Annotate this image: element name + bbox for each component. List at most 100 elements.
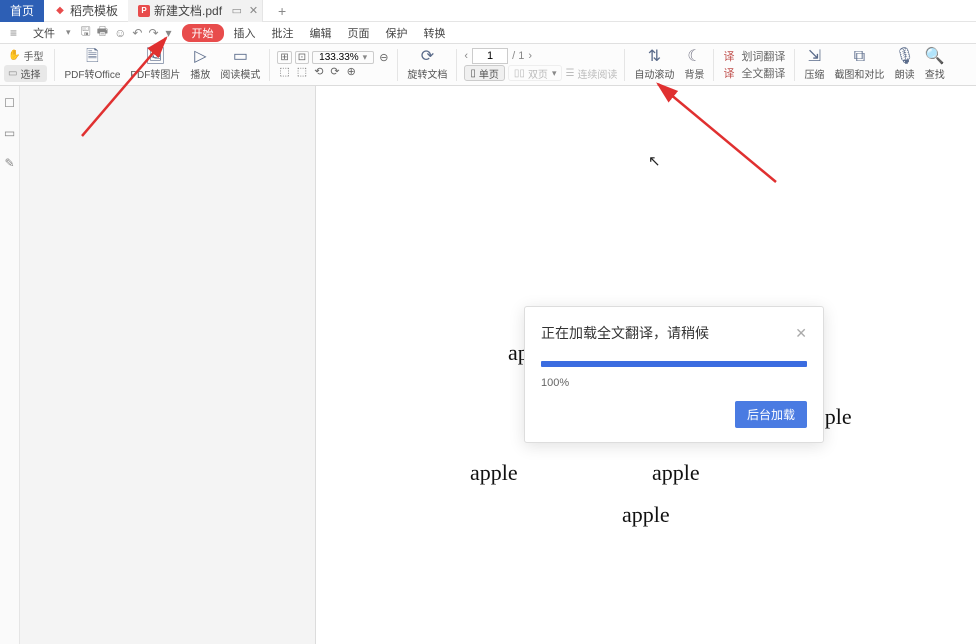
tab-close-icon[interactable]: ✕ [249,4,258,17]
icon-2[interactable]: ⬚ [295,65,309,78]
zoom-out-icon[interactable]: ⊖ [377,51,390,64]
full-translate-icon: 译 [721,65,736,81]
dialog-close[interactable]: ✕ [795,325,807,342]
ribbon-zoom-stack: ⊞ ⊡ 133.33% ▾ ⊖ ⬚ ⬚ ⟲ ⟳ ⊕ [275,51,392,78]
rotate-icon: ⟳ [421,49,434,65]
thumbnail-icon[interactable]: ▭ [4,126,15,140]
ribbon-play-label: 播放 [190,66,210,81]
hand-icon: ✋ [8,50,20,61]
view-double[interactable]: ▯▯双页▾ [508,65,563,81]
ribbon-pdf-office[interactable]: 🗎 PDF转Office [60,49,124,81]
thumbnail-panel [20,86,316,644]
ribbon-background[interactable]: ☾ 背景 [680,49,708,81]
ribbon-read-mode[interactable]: ▭ 阅读模式 [216,49,264,81]
ribbon-auto-scroll[interactable]: ⇅ 自动滚动 [630,49,678,81]
ribbon-rotate[interactable]: ⟳ 旋转文档 [403,49,451,81]
bookmark-icon[interactable]: ☐ [4,96,15,110]
pdf-icon: P [138,5,150,17]
tab-home[interactable]: 首页 [0,0,44,22]
undo-icon[interactable]: ↶ [132,26,142,40]
doc-text: apple [470,460,518,486]
tab-add[interactable]: + [271,3,293,19]
save-icon[interactable]: 🖫 [81,22,91,43]
redo-icon[interactable]: ↷ [148,26,158,40]
chevron-down-icon: ▾ [363,52,368,63]
print-icon[interactable]: 🖶 [97,22,108,43]
word-translate-icon: 译 [721,48,736,64]
fit-width-icon[interactable]: ⊞ [277,51,291,64]
progress-percent: 100% [541,377,807,389]
read-aloud-icon: 🎙 [894,49,914,65]
ribbon-word-translate-label[interactable]: 划词翻译 [739,48,787,64]
ribbon-compress-label: 压缩 [804,66,824,81]
chevron-down-icon[interactable]: ▾ [166,26,172,40]
continuous-icon: ☰ [565,68,574,79]
play-icon: ▷ [194,49,206,65]
single-icon: ▯ [470,68,476,79]
icon-3[interactable]: ⟲ [312,65,325,78]
ribbon-find-label: 查找 [925,66,945,81]
cursor-pointer: ↖ [648,152,661,170]
mode-hand[interactable]: ✋手型 [4,47,47,64]
zoom-in-icon[interactable]: ⊕ [345,65,358,78]
ribbon-screenshot-compare[interactable]: ⧉ 截图和对比 [830,49,888,81]
view-single[interactable]: ▯单页 [464,65,505,81]
ribbon-pdf-office-label: PDF转Office [64,66,120,81]
menu-convert[interactable]: 转换 [418,24,452,42]
preview-icon[interactable]: ☺ [114,26,126,40]
mode-hand-label: 手型 [23,48,43,63]
menu-protect[interactable]: 保护 [380,24,414,42]
ribbon-page-nav: ‹ / 1 › ▯单页 ▯▯双页▾ ☰连续阅读 [462,48,619,81]
ribbon-find[interactable]: 🔍 查找 [921,49,949,81]
view-double-label: 双页 [528,66,548,81]
fit-page-icon[interactable]: ⊡ [295,51,309,64]
separator [794,49,795,81]
dialog-button[interactable]: 后台加载 [735,401,807,428]
mode-column: ✋手型 ▭选择 [2,47,49,82]
double-icon: ▯▯ [514,68,525,79]
ribbon-translate: 译划词翻译 译全文翻译 [719,48,789,81]
zoom-box[interactable]: 133.33% ▾ [312,51,374,64]
menu-bar: ≡ 文件 ▾ 🖫 🖶 ☺ ↶ ↷ ▾ 开始 插入 批注 编辑 页面 保护 转换 [0,22,976,44]
separator [456,49,457,81]
mode-select[interactable]: ▭选择 [4,65,47,82]
ribbon-read-mode-label: 阅读模式 [220,66,260,81]
ribbon-pdf-image-label: PDF转图片 [130,66,180,81]
menu-edit[interactable]: 编辑 [304,24,338,42]
sidebar: ☐ ▭ ✎ [0,86,20,644]
tab-template[interactable]: ◆ 稻壳模板 [44,0,128,22]
ribbon-compress[interactable]: ⇲ 压缩 [800,49,828,81]
icon-4[interactable]: ⟳ [328,65,341,78]
view-continuous[interactable]: ☰连续阅读 [565,66,617,81]
auto-scroll-icon: ⇅ [648,49,661,65]
tab-doc-label: 新建文档.pdf [154,2,222,19]
ribbon-read-aloud[interactable]: 🎙 朗读 [890,49,918,81]
separator [54,49,55,81]
page-prev-icon[interactable]: ‹ [464,50,468,62]
icon-1[interactable]: ⬚ [277,65,291,78]
annotation-icon[interactable]: ✎ [4,156,14,170]
read-mode-icon: ▭ [233,49,248,65]
menu-quick-icons: 🖫 🖶 ☺ ↶ ↷ ▾ [81,22,172,43]
menu-page[interactable]: 页面 [342,24,376,42]
tab-restore-icon[interactable]: ▭ [232,4,242,17]
menu-remark[interactable]: 批注 [266,24,300,42]
ribbon-full-translate-label[interactable]: 全文翻译 [739,65,787,81]
ribbon-pdf-image[interactable]: 🖼 PDF转图片 [126,49,184,81]
search-icon: 🔍 [925,49,945,65]
page-next-icon[interactable]: › [528,50,532,62]
ribbon-play[interactable]: ▷ 播放 [186,49,214,81]
tab-doc[interactable]: P 新建文档.pdf ▭ ✕ [128,0,263,22]
menu-hamburger-icon[interactable]: ≡ [10,26,17,40]
menu-begin[interactable]: 开始 [182,24,224,42]
zoom-value: 133.33% [319,52,358,63]
ribbon: ✋手型 ▭选择 🗎 PDF转Office 🖼 PDF转图片 ▷ 播放 ▭ 阅读模… [0,44,976,86]
view-continuous-label: 连续阅读 [577,66,617,81]
doc-text: apple [622,502,670,528]
ribbon-auto-scroll-label: 自动滚动 [634,66,674,81]
separator [397,49,398,81]
menu-insert[interactable]: 插入 [228,24,262,42]
menu-file[interactable]: 文件 [27,24,61,42]
template-icon: ◆ [54,5,66,17]
page-input[interactable] [472,48,508,64]
